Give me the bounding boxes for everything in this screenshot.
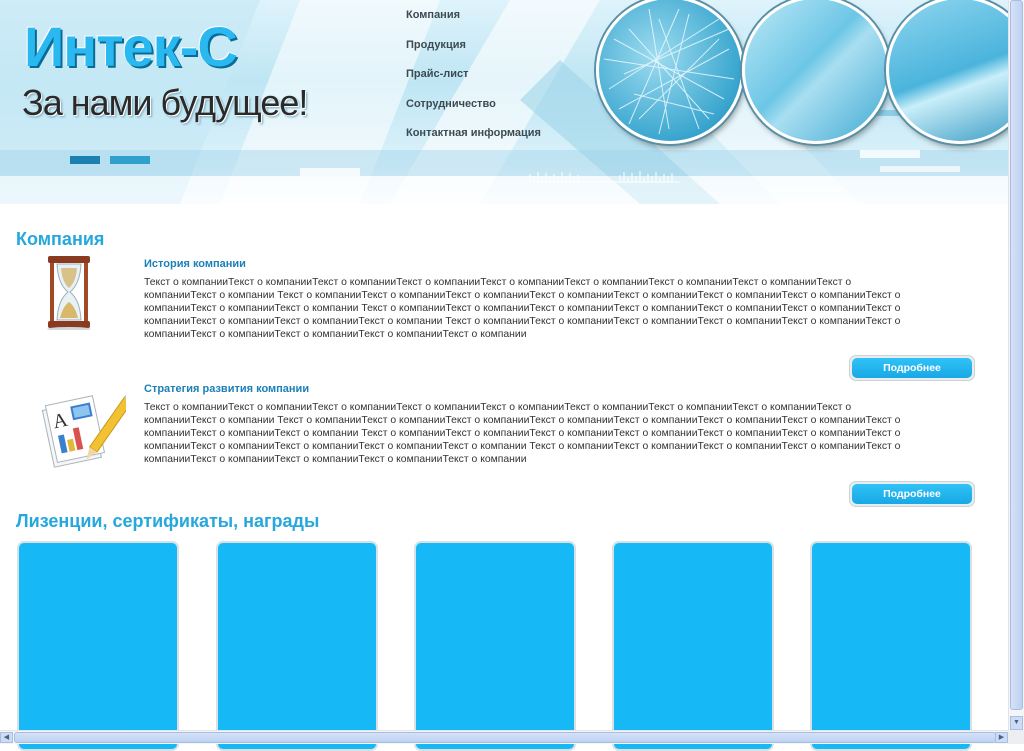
fibers-graphic: [603, 8, 735, 135]
nav-item-cooperation[interactable]: Сотрудничество: [406, 97, 541, 127]
text-line: компанииТекст о компанииТекст о компании…: [144, 316, 901, 327]
text-line: Текст о компанииТекст о компанииТекст о …: [144, 402, 852, 413]
text-line: компанииТекст о компанииТекст о компании…: [144, 329, 527, 340]
certificate-card[interactable]: [414, 541, 576, 751]
logo-slogan: За нами будущее!: [22, 82, 308, 123]
site-header: Интек-С За нами будущее! Компания Продук…: [0, 0, 1008, 204]
text-line: компанииТекст о компании Текст о компани…: [144, 290, 901, 301]
horizontal-scrollbar[interactable]: ◀ ▶: [0, 730, 1008, 744]
item-title-strategy[interactable]: Стратегия развития компании: [144, 383, 309, 395]
vertical-scroll-thumb[interactable]: [1010, 0, 1023, 710]
scrollbar-corner: [1008, 730, 1024, 744]
certificate-card[interactable]: [216, 541, 378, 751]
more-button-strategy[interactable]: Подробнее: [849, 481, 975, 507]
text-line: компанииТекст о компанииТекст о компании…: [144, 441, 901, 452]
certificate-card[interactable]: [17, 541, 179, 751]
document-pencil-icon: A: [41, 392, 126, 468]
scroll-down-arrow-icon[interactable]: ▼: [1010, 716, 1023, 730]
item-text-history: Текст о компанииТекст о компанииТекст о …: [144, 276, 994, 341]
main-nav: Компания Продукция Прайс-лист Сотрудниче…: [406, 8, 541, 156]
nav-item-company[interactable]: Компания: [406, 8, 541, 38]
item-text-strategy: Текст о компанииТекст о компанииТекст о …: [144, 401, 994, 466]
scroll-right-arrow-icon[interactable]: ▶: [995, 732, 1008, 743]
item-title-history[interactable]: История компании: [144, 258, 246, 270]
nav-item-contacts[interactable]: Контактная информация: [406, 126, 541, 156]
nav-item-price-list[interactable]: Прайс-лист: [406, 67, 541, 97]
header-photo-membrane: [742, 0, 890, 144]
text-line: компанииТекст о компанииТекст о компании…: [144, 454, 527, 465]
hourglass-icon: [47, 256, 91, 330]
scroll-left-arrow-icon[interactable]: ◀: [0, 732, 13, 743]
vertical-scrollbar[interactable]: ▼: [1008, 0, 1024, 730]
text-line: компанииТекст о компанииТекст о компании…: [144, 428, 901, 439]
more-button-label: Подробнее: [852, 358, 972, 378]
header-photo-fibers: [596, 0, 744, 144]
certificate-card[interactable]: [810, 541, 972, 751]
nav-item-products[interactable]: Продукция: [406, 38, 541, 68]
section-title-company: Компания: [16, 229, 105, 249]
text-line: Текст о компанииТекст о компанииТекст о …: [144, 277, 852, 288]
logo-title[interactable]: Интек-С: [24, 14, 238, 79]
section-title-licenses: Лизенции, сертификаты, награды: [16, 511, 320, 531]
certificate-card[interactable]: [612, 541, 774, 751]
more-button-label: Подробнее: [852, 484, 972, 504]
text-line: компанииТекст о компании Текст о компани…: [144, 415, 901, 426]
horizontal-scroll-thumb[interactable]: [14, 732, 996, 743]
text-line: компанииТекст о компанииТекст о компании…: [144, 303, 901, 314]
more-button-history[interactable]: Подробнее: [849, 355, 975, 381]
